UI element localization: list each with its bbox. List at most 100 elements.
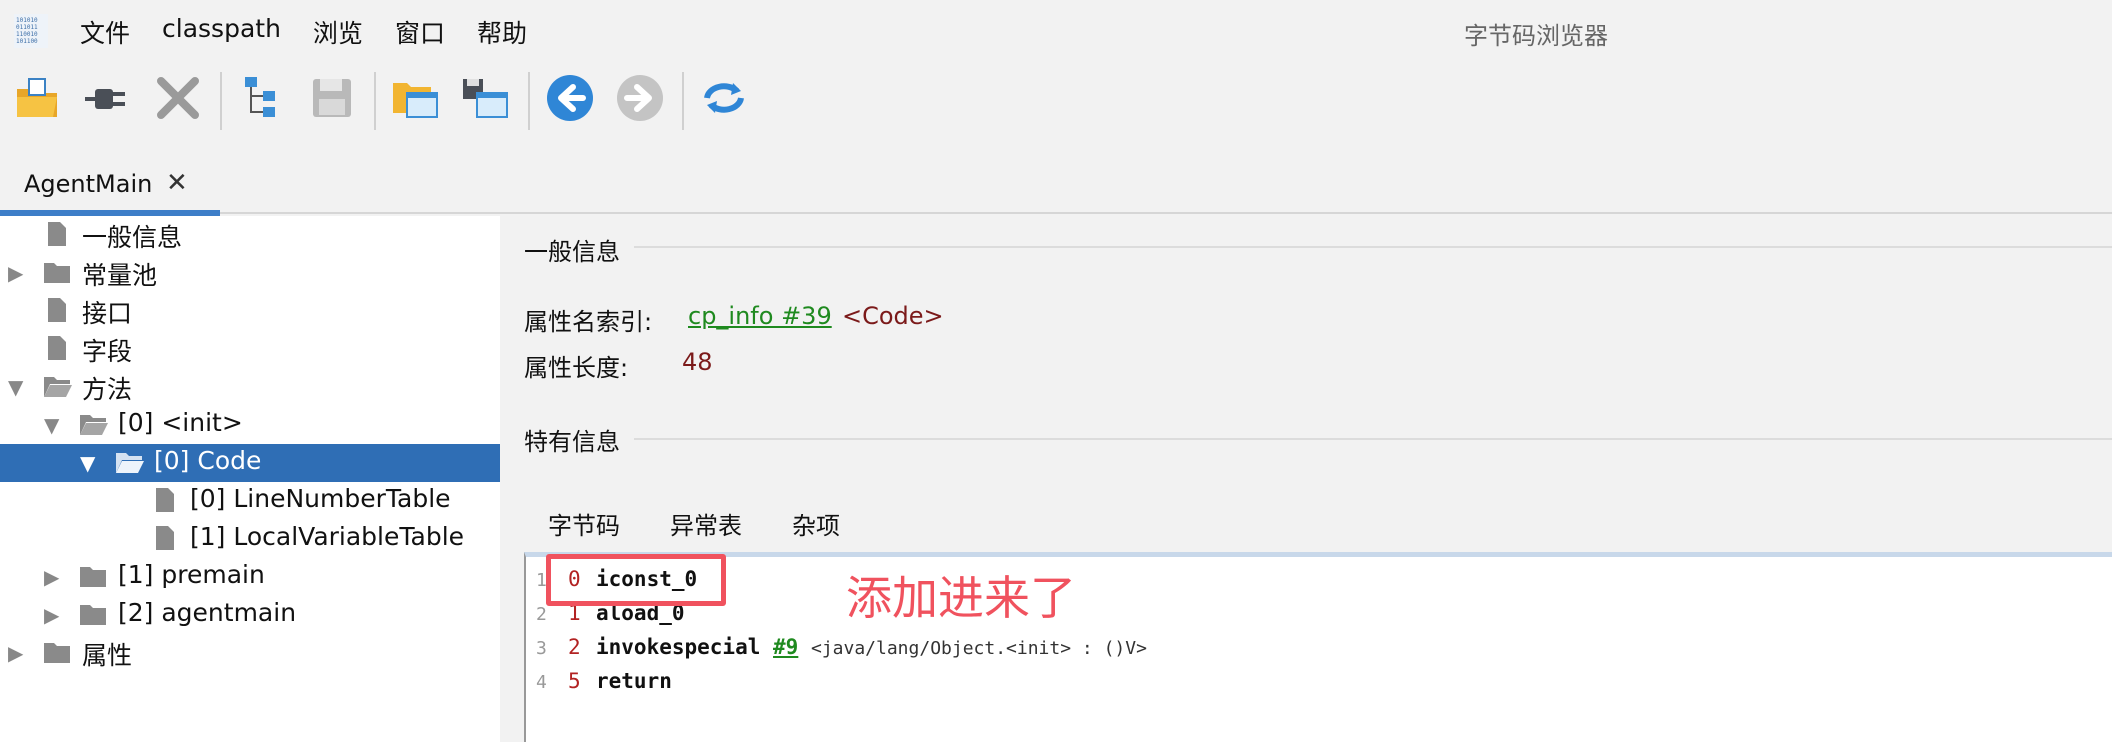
folder-open-icon [44,377,72,397]
section-divider [634,246,2112,248]
editor-tab-bar: AgentMain ✕ [0,156,2112,216]
folder-icon [80,605,106,625]
svg-text:110010: 110010 [16,31,38,38]
open-folder-icon [17,78,57,117]
folder-open-icon [116,453,144,473]
tree-item-label: [2] agentmain [118,598,297,627]
menu-browse[interactable]: 浏览 [313,14,363,50]
tree-item-label: 常量池 [82,261,158,290]
bytecode-listing[interactable]: 1 0 iconst_0 2 1 aload_0 3 2 invokespeci… [524,552,2112,742]
specific-info-title: 特有信息 [524,428,620,456]
expand-arrow-icon[interactable]: ▶ [8,261,23,285]
tree-item-general-info[interactable]: 一般信息 [0,216,500,254]
subtab-misc[interactable]: 杂项 [792,506,840,541]
bytecode-opcode: return [596,669,672,693]
menu-file[interactable]: 文件 [80,14,130,50]
save-window-icon [463,79,508,118]
folder-icon [80,567,106,587]
toolbar-separator [374,72,376,130]
tree-icon [245,77,275,117]
collapse-arrow-icon[interactable]: ▼ [44,413,59,437]
attribute-name-index-label: 属性名索引: [524,308,653,336]
svg-text:101010: 101010 [16,17,38,24]
tab-label: AgentMain [24,170,153,198]
tree-item-method-init[interactable]: ▼ [0] <init> [0,406,500,444]
refresh-button[interactable] [694,68,754,128]
tree-item-methods[interactable]: ▼ 方法 [0,368,500,406]
general-info-title: 一般信息 [524,238,620,266]
open-window-button[interactable] [386,68,446,128]
attribute-name-value: <Code> [842,302,944,330]
tree-item-interfaces[interactable]: 接口 [0,292,500,330]
collapse-arrow-icon[interactable]: ▼ [80,451,95,475]
bytecode-instruction: invokespecial #9 <java/lang/Object.<init… [596,635,1147,659]
tree-item-label: [0] <init> [118,408,243,437]
plug-icon [85,89,125,109]
subtab-bytecode[interactable]: 字节码 [548,506,620,541]
tree-item-method-agentmain[interactable]: ▶ [2] agentmain [0,596,500,634]
detail-panel: 一般信息 属性名索引: cp_info #39 <Code> 属性长度: 48 … [502,216,2112,742]
tree-item-local-variable-table[interactable]: [1] LocalVariableTable [0,520,500,558]
expand-arrow-icon[interactable]: ▶ [44,565,59,589]
svg-text:011011: 011011 [16,24,38,31]
subtab-exception-table[interactable]: 异常表 [670,506,742,541]
expand-arrow-icon[interactable]: ▶ [44,603,59,627]
folder-icon [44,263,70,283]
forward-button[interactable] [610,68,670,128]
tree-item-label: [1] premain [118,560,265,589]
tree-item-label: [1] LocalVariableTable [190,522,465,551]
main-menu: 文件 classpath 浏览 窗口 帮助 [80,14,527,50]
close-x-icon [157,77,199,119]
tree-item-method-premain[interactable]: ▶ [1] premain [0,558,500,596]
file-icon [156,526,174,550]
folder-window-icon [393,83,438,118]
app-binary-icon: 101010 011011 110010 101100 [14,14,48,48]
file-icon [48,336,66,360]
open-button[interactable] [8,68,68,128]
tree-item-label: [0] LineNumberTable [190,484,451,513]
file-icon [48,222,66,246]
line-number: 2 [536,604,547,625]
menu-classpath[interactable]: classpath [162,14,281,50]
tree-view-button[interactable] [232,68,292,128]
close-icon[interactable]: ✕ [166,168,188,198]
save-button[interactable] [302,68,362,128]
collapse-arrow-icon[interactable]: ▼ [8,375,23,399]
bytecode-offset: 5 [568,669,581,693]
tree-item-label: 一般信息 [82,223,183,252]
close-file-button[interactable] [148,68,208,128]
back-button[interactable] [540,68,600,128]
bytecode-opcode: invokespecial [596,635,761,659]
tree-item-code[interactable]: ▼ [0] Code [0,444,500,482]
toolbar-separator [220,72,222,130]
tree-item-fields[interactable]: 字段 [0,330,500,368]
tree-item-label: 属性 [82,641,133,670]
method-ref-comment: <java/lang/Object.<init> : ()V> [810,638,1147,659]
menu-help[interactable]: 帮助 [477,14,527,50]
tree-item-line-number-table[interactable]: [0] LineNumberTable [0,482,500,520]
connect-button[interactable] [78,68,138,128]
line-number: 4 [536,672,547,693]
back-arrow-icon [547,75,593,121]
section-divider [634,438,2112,440]
toolbar [0,68,2112,134]
save-window-button[interactable] [456,68,516,128]
expand-arrow-icon[interactable]: ▶ [8,641,23,665]
folder-icon [44,643,70,663]
tab-agentmain[interactable]: AgentMain ✕ [0,156,220,216]
forward-arrow-icon [617,75,663,121]
attribute-length-label: 属性长度: [524,354,629,382]
toolbar-separator [528,72,530,130]
attribute-length-value: 48 [682,348,713,376]
tree-item-label: 字段 [82,337,133,366]
tree-item-attributes[interactable]: ▶ 属性 [0,634,500,672]
bytecode-offset: 2 [568,635,581,659]
cp-info-link[interactable]: cp_info #39 [688,302,832,330]
menu-window[interactable]: 窗口 [395,14,445,50]
tree-item-constant-pool[interactable]: ▶ 常量池 [0,254,500,292]
folder-open-icon [80,415,108,435]
constant-pool-ref-link[interactable]: #9 [773,635,798,659]
file-icon [156,488,174,512]
save-disk-icon [313,79,351,117]
menu-bar: 101010 011011 110010 101100 文件 classpath… [0,0,2112,60]
